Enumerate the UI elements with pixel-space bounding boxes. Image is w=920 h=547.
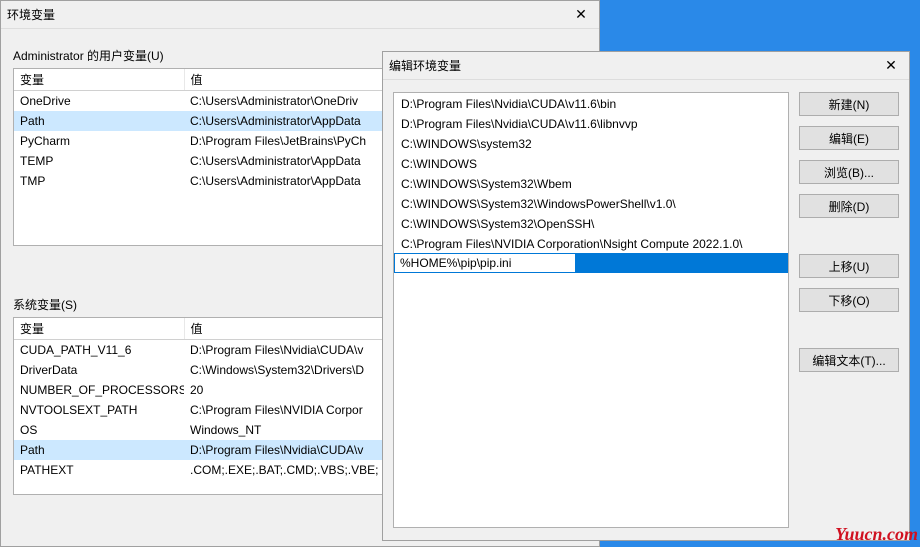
browse-button[interactable]: 浏览(B)... [799,160,899,184]
edit-title: 编辑环境变量 [389,57,879,74]
close-icon[interactable]: ✕ [569,5,593,25]
close-icon[interactable]: ✕ [879,56,903,76]
delete-button[interactable]: 删除(D) [799,194,899,218]
list-item[interactable]: C:\WINDOWS\System32\OpenSSH\ [394,213,788,233]
move-up-button[interactable]: 上移(U) [799,254,899,278]
side-buttons: 新建(N) 编辑(E) 浏览(B)... 删除(D) 上移(U) 下移(O) 编… [799,92,899,528]
list-item[interactable]: C:\WINDOWS\System32\Wbem [394,173,788,193]
path-edit-input[interactable] [395,254,575,272]
list-item[interactable]: C:\WINDOWS\System32\WindowsPowerShell\v1… [394,193,788,213]
list-item[interactable]: D:\Program Files\Nvidia\CUDA\v11.6\bin [394,93,788,113]
path-list[interactable]: D:\Program Files\Nvidia\CUDA\v11.6\binD:… [393,92,789,528]
col-var[interactable]: 变量 [14,69,184,91]
move-down-button[interactable]: 下移(O) [799,288,899,312]
env-title: 环境变量 [7,6,569,23]
list-item[interactable]: C:\WINDOWS [394,153,788,173]
edit-text-button[interactable]: 编辑文本(T)... [799,348,899,372]
list-item[interactable]: D:\Program Files\Nvidia\CUDA\v11.6\libnv… [394,113,788,133]
new-button[interactable]: 新建(N) [799,92,899,116]
edit-button[interactable]: 编辑(E) [799,126,899,150]
edit-titlebar: 编辑环境变量 ✕ [383,52,909,80]
list-item-editing[interactable] [394,253,788,273]
list-item[interactable]: C:\WINDOWS\system32 [394,133,788,153]
edit-env-window: 编辑环境变量 ✕ D:\Program Files\Nvidia\CUDA\v1… [382,51,910,541]
col-var[interactable]: 变量 [14,318,184,340]
env-titlebar: 环境变量 ✕ [1,1,599,29]
list-item[interactable]: C:\Program Files\NVIDIA Corporation\Nsig… [394,233,788,253]
